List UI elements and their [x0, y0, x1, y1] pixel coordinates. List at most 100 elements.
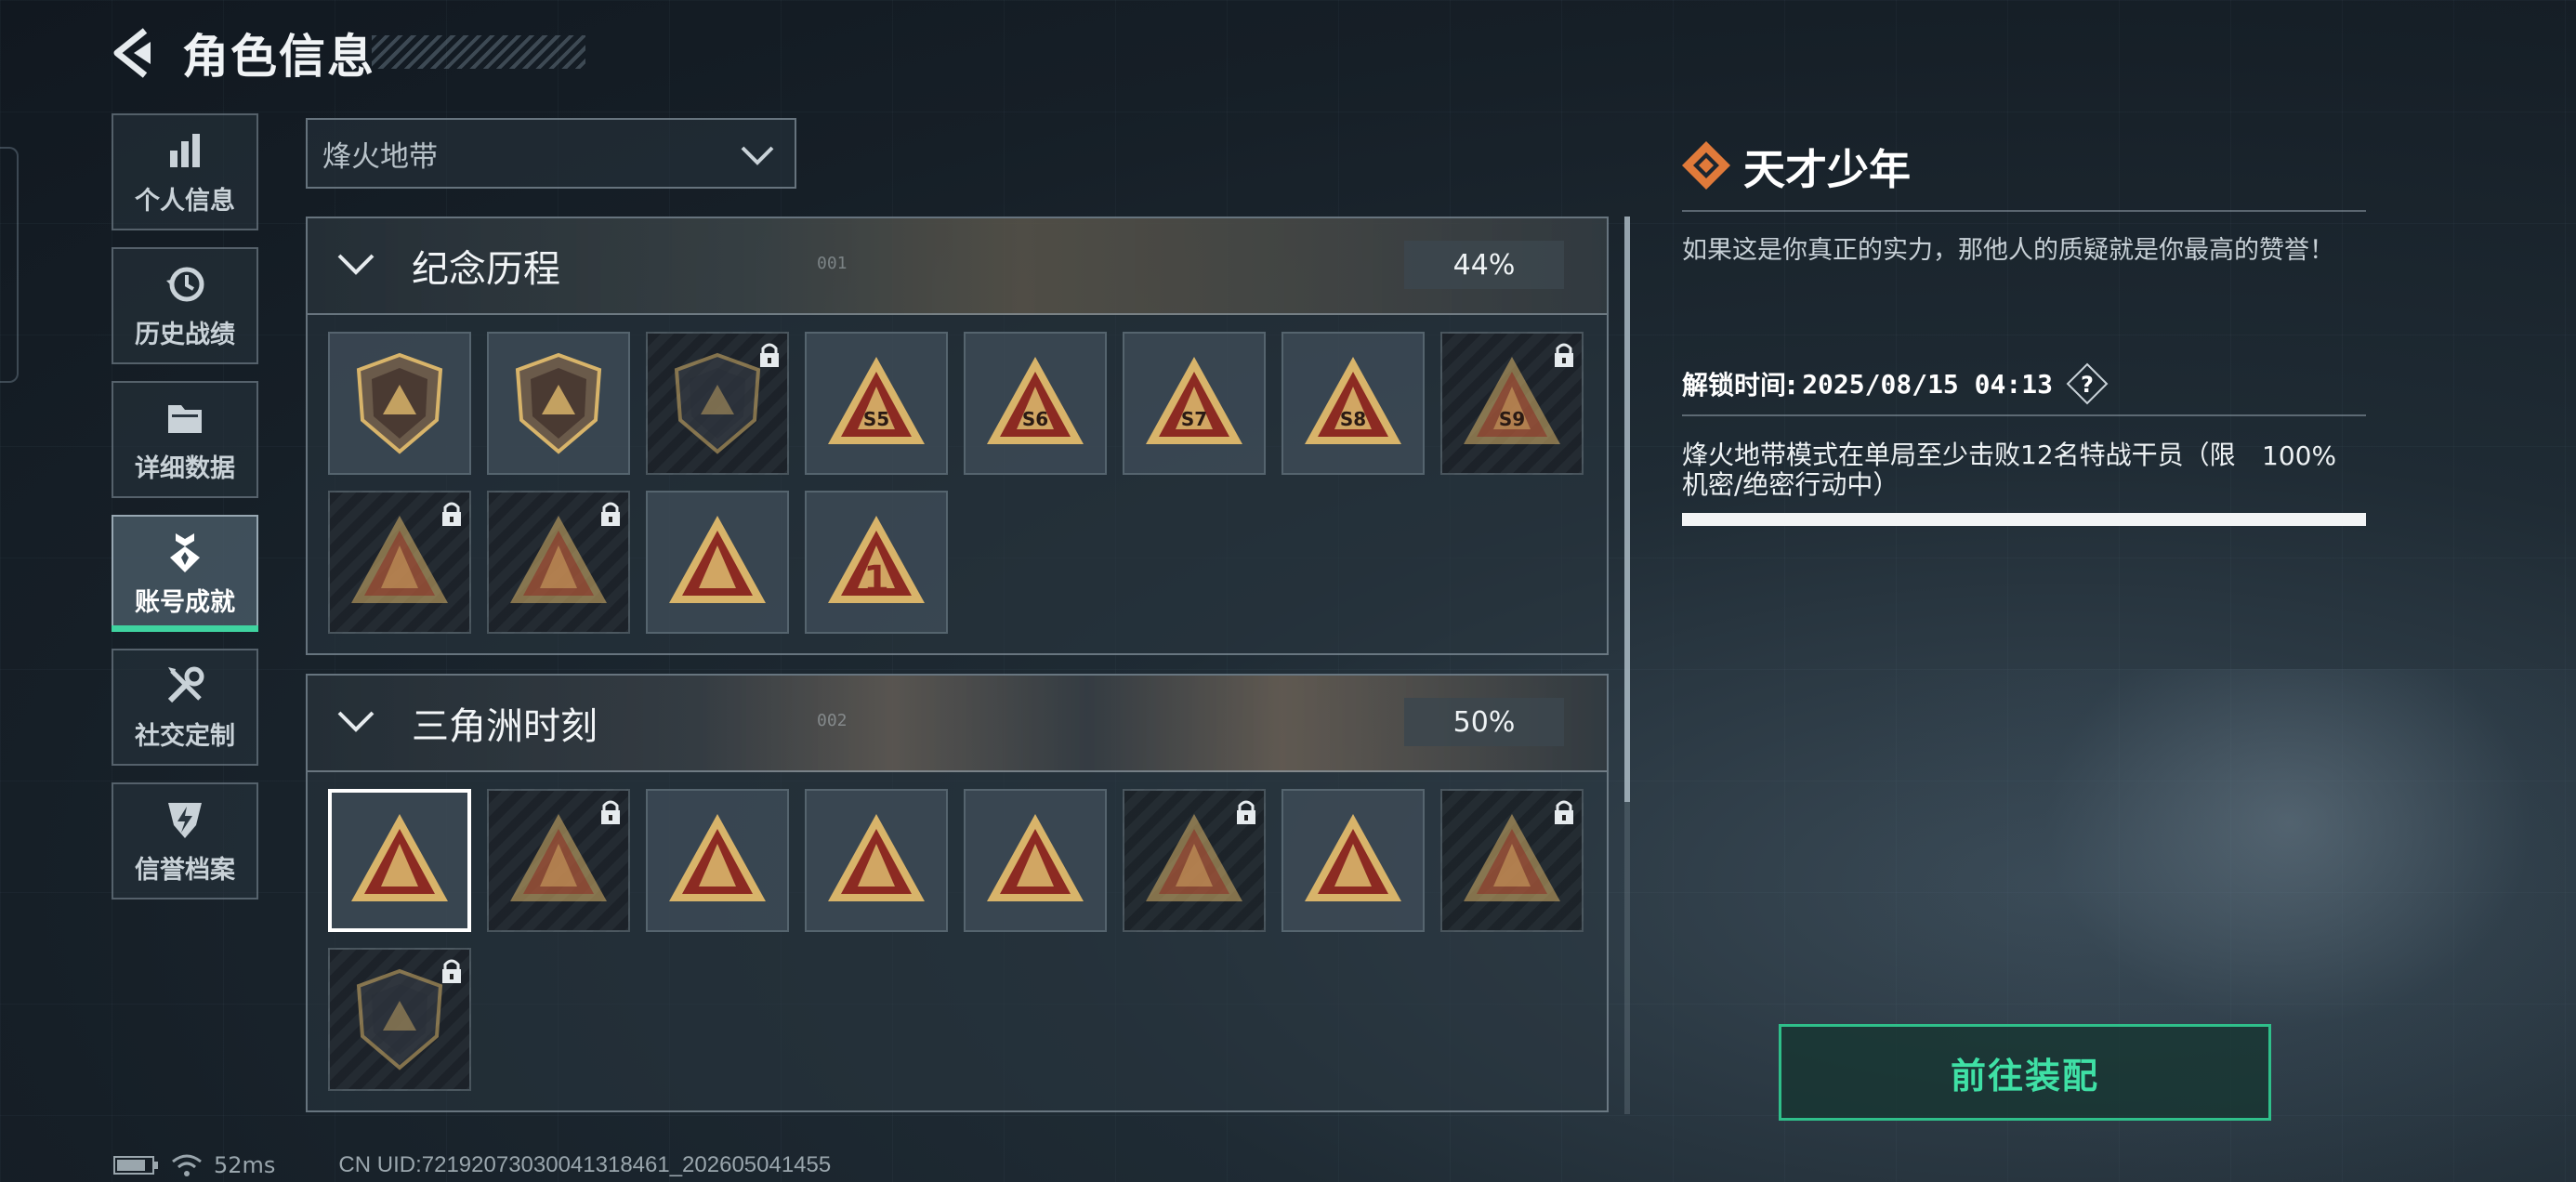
medal-icon	[170, 532, 200, 572]
helicopter-shield-badge[interactable]	[487, 332, 630, 475]
badge-label: S6	[1022, 408, 1048, 430]
scrollbar[interactable]	[1624, 217, 1630, 1114]
sidebar-item-personal-info[interactable]: 个人信息	[112, 113, 258, 230]
lock-icon	[601, 800, 620, 824]
badge-grid	[308, 772, 1607, 1091]
sunrise-badge[interactable]	[646, 491, 789, 634]
operator-badge[interactable]	[646, 789, 789, 932]
season-box-badge-emblem: S7	[1146, 357, 1242, 444]
badge-label: 1	[863, 558, 889, 601]
cube-diamond-badge[interactable]	[328, 948, 471, 1091]
lock-icon	[760, 343, 779, 367]
season-plane-badge-emblem: S9	[1464, 357, 1560, 444]
section-title: 三角洲时刻	[412, 705, 598, 748]
achievement-title: 天才少年	[1743, 145, 1912, 194]
section-title: 纪念历程	[412, 248, 560, 291]
gear-hands-badge[interactable]	[805, 789, 948, 932]
squad-badge[interactable]	[964, 789, 1107, 932]
section-code: 001	[817, 254, 848, 273]
mode-select-dropdown[interactable]: 烽火地带	[306, 118, 796, 189]
uid-text: CN UID:72192073030041318461_202605041455	[338, 1152, 832, 1177]
go-equip-button[interactable]: 前往装配	[1779, 1024, 2271, 1121]
folder-icon	[168, 404, 202, 433]
badge-label: S8	[1340, 408, 1366, 430]
section-percent: 50%	[1404, 698, 1564, 746]
squad-badge-emblem	[987, 814, 1084, 901]
sidebar-item-label: 历史战绩	[135, 320, 235, 349]
back-arrow-icon[interactable]	[110, 27, 156, 79]
ping-value: 52ms	[214, 1152, 276, 1178]
lock-icon	[1237, 800, 1255, 824]
season-pack-badge[interactable]: S8	[1281, 332, 1425, 475]
season-bag-badge[interactable]: S5	[805, 332, 948, 475]
scrollbar-thumb[interactable]	[1624, 217, 1630, 802]
helicopter-shield-badge-emblem	[515, 352, 602, 454]
number-one-badge-emblem: 1	[828, 516, 925, 603]
device-badge-emblem	[510, 814, 607, 901]
page-title: 角色信息	[182, 30, 375, 84]
section-percent: 44%	[1404, 241, 1564, 289]
crossed-swords-badge[interactable]	[487, 491, 630, 634]
badge-grid: S5 S6 S7 S8 S9 1	[308, 315, 1607, 634]
sidebar-item-label: 社交定制	[135, 721, 235, 751]
mountain-shield-badge[interactable]	[328, 332, 471, 475]
sidebar-item-history[interactable]: 历史战绩	[112, 247, 258, 364]
help-icon[interactable]: ?	[2066, 362, 2109, 405]
tools-icon	[167, 666, 204, 703]
team-badge[interactable]	[1123, 789, 1266, 932]
progress-fill	[1682, 513, 2366, 526]
dragon-badge-emblem	[1464, 814, 1560, 901]
season-box-badge[interactable]: S7	[1123, 332, 1266, 475]
condition-percent: 100%	[2262, 440, 2337, 471]
lock-icon	[601, 502, 620, 526]
section-code: 002	[817, 711, 848, 730]
section-header[interactable]: 三角洲时刻 002 50%	[308, 676, 1607, 772]
dragon-badge[interactable]	[1440, 789, 1584, 932]
section-header[interactable]: 纪念历程 001 44%	[308, 218, 1607, 315]
season-bag-badge-emblem: S5	[828, 357, 925, 444]
chevron-down-icon	[741, 146, 774, 165]
achievement-section-memorial: 纪念历程 001 44% S5 S6 S7 S8 S9 1	[306, 217, 1609, 655]
dark-emblem-badge-emblem	[674, 352, 761, 454]
history-clock-icon	[166, 267, 204, 301]
sidebar: 个人信息 历史战绩 详细数据 账号成就 社交定制 信誉档案	[112, 113, 262, 916]
status-bar: 52ms CN UID:72192073030041318461_2026050…	[113, 1152, 831, 1178]
dark-emblem-badge[interactable]	[646, 332, 789, 475]
usb-drive-badge[interactable]	[328, 789, 471, 932]
sidebar-item-label: 详细数据	[135, 453, 235, 483]
title-decoration	[372, 35, 585, 69]
unlock-time-value: 2025/08/15 04:13	[1802, 368, 2053, 400]
unlock-time-row: 解锁时间: 2025/08/15 04:13 ?	[1682, 362, 2109, 405]
sidebar-item-label: 信誉档案	[135, 855, 235, 885]
gear-hands-badge-emblem	[828, 814, 925, 901]
chevron-down-icon[interactable]	[335, 248, 376, 282]
team-badge-emblem	[1146, 814, 1242, 901]
badge-label: S7	[1181, 408, 1207, 430]
rocket-badge-emblem	[1305, 814, 1401, 901]
badge-label: S5	[863, 408, 889, 430]
lock-icon	[442, 959, 461, 983]
sidebar-item-account-achievements[interactable]: 账号成就	[112, 515, 258, 632]
hooded-figure-badge[interactable]	[328, 491, 471, 634]
rocket-badge[interactable]	[1281, 789, 1425, 932]
wifi-icon	[172, 1154, 202, 1176]
shield-bolt-icon	[168, 802, 202, 838]
sunrise-badge-emblem	[669, 516, 766, 603]
condition-progress-bar	[1682, 513, 2366, 526]
usb-drive-badge-emblem	[351, 814, 448, 901]
sidebar-item-label: 账号成就	[135, 587, 235, 617]
mountain-shield-badge-emblem	[356, 352, 443, 454]
season-plane-badge[interactable]: S9	[1440, 332, 1584, 475]
number-one-badge[interactable]: 1	[805, 491, 948, 634]
sidebar-item-detailed-data[interactable]: 详细数据	[112, 381, 258, 498]
edge-handle[interactable]	[0, 147, 19, 383]
season-mask-badge[interactable]: S6	[964, 332, 1107, 475]
hooded-figure-badge-emblem	[351, 516, 448, 603]
sidebar-item-social-custom[interactable]: 社交定制	[112, 649, 258, 766]
chevron-down-icon[interactable]	[335, 705, 376, 739]
device-badge[interactable]	[487, 789, 630, 932]
page-header: 角色信息	[110, 20, 375, 85]
achievement-diamond-icon	[1682, 141, 1730, 190]
unlock-time-label: 解锁时间:	[1682, 370, 1797, 401]
sidebar-item-reputation[interactable]: 信誉档案	[112, 782, 258, 900]
